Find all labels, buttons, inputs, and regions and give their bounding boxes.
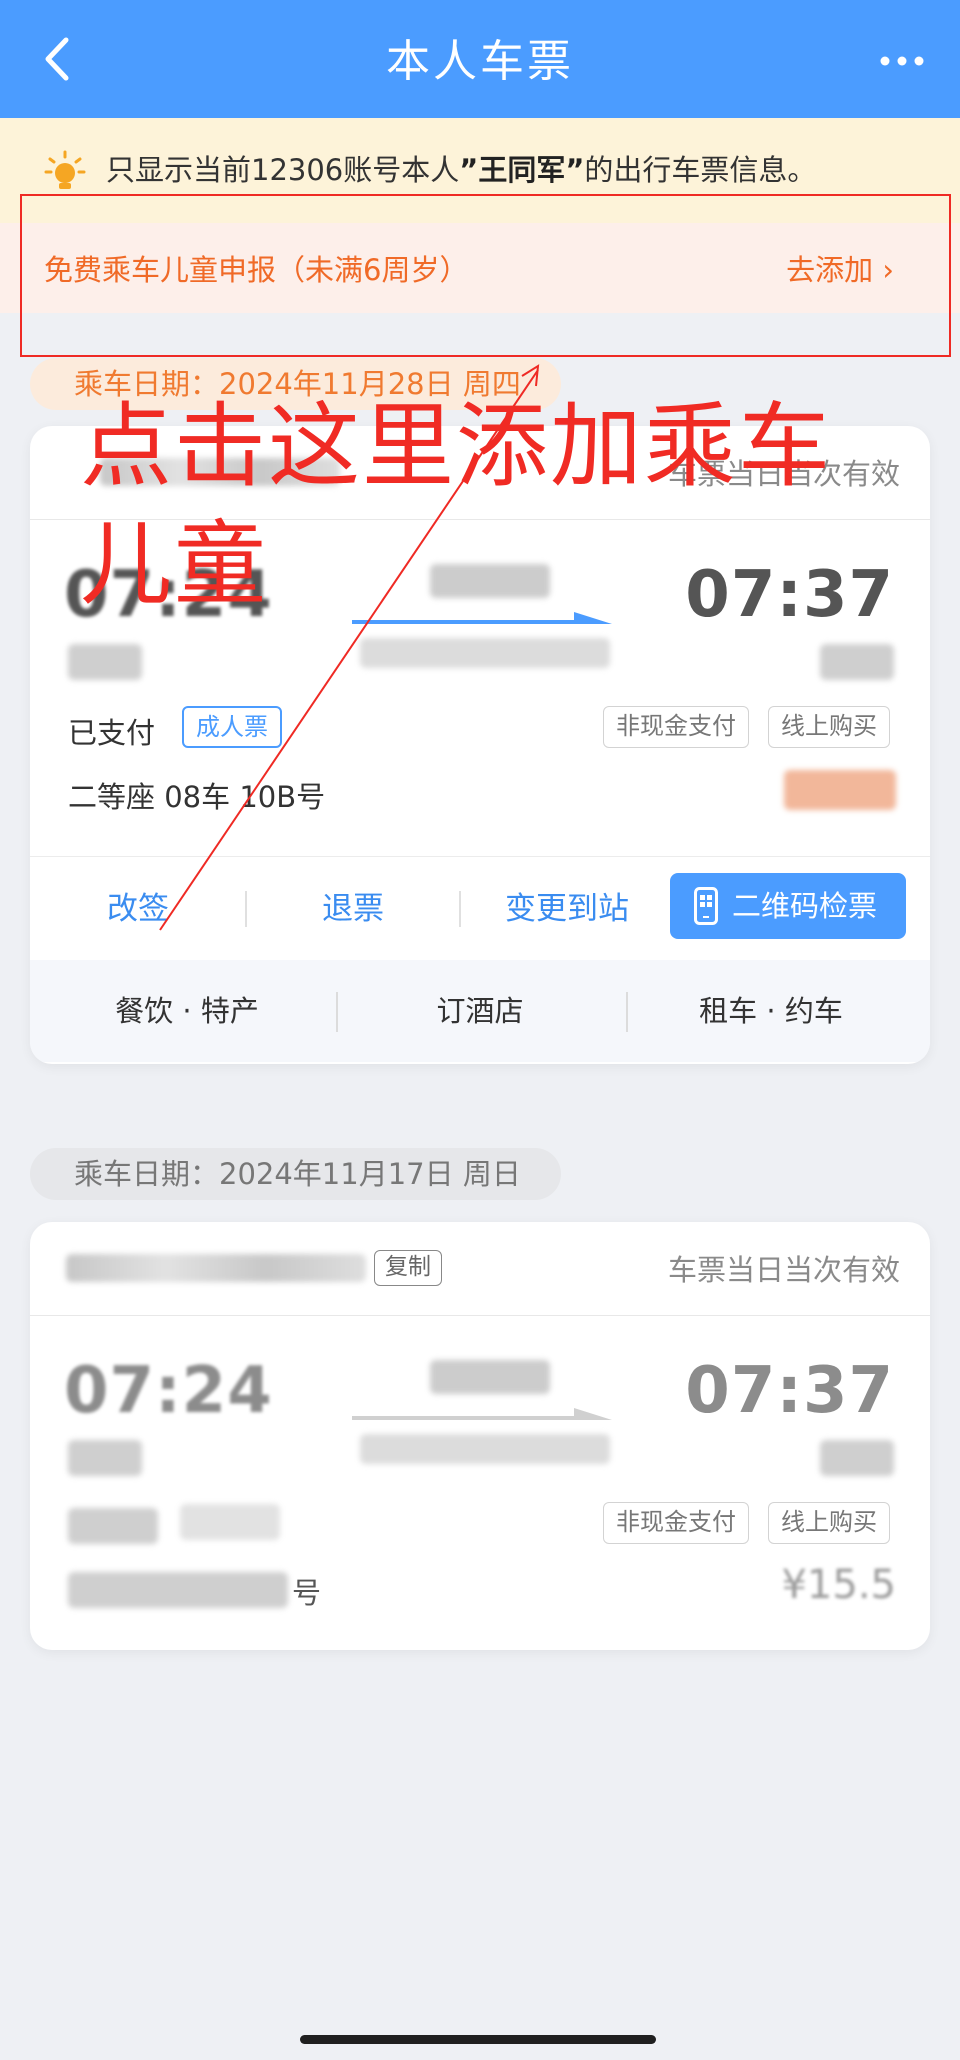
arrival-station-blurred: [820, 1440, 894, 1476]
departure-station-blurred: [68, 644, 142, 680]
home-indicator[interactable]: [300, 2035, 656, 2044]
service-food[interactable]: 餐饮 · 特产: [42, 960, 332, 1062]
ticket-validity: 车票当日当次有效: [667, 1253, 900, 1287]
service-car[interactable]: 租车 · 约车: [626, 960, 916, 1062]
departure-time: 07:24: [64, 1354, 273, 1428]
arrival-time: 07:37: [685, 1354, 894, 1428]
ticket-type-blurred: [180, 1504, 280, 1540]
ticket-price: ¥15.5: [781, 1562, 896, 1608]
seat-suffix: 号: [292, 1576, 322, 1610]
cashless-tag: 非现金支付: [603, 706, 749, 748]
travel-date-blurred: [360, 638, 610, 668]
qr-check-in-button[interactable]: 二维码检票: [670, 873, 906, 939]
lightbulb-icon: [44, 150, 86, 189]
page-title: 本人车票: [386, 36, 574, 87]
cashless-tag: 非现金支付: [603, 1502, 749, 1544]
travel-services: 餐饮 · 特产 订酒店 租车 · 约车: [30, 960, 930, 1062]
travel-date-blurred: [360, 1434, 610, 1464]
refund-button[interactable]: 退票: [246, 857, 460, 961]
payment-status: 已支付: [68, 716, 156, 750]
ticket-type-badge: 成人票: [182, 706, 282, 748]
annotation-text: 点击这里添加乘车儿童: [80, 393, 833, 618]
train-number-blurred: [430, 1360, 550, 1394]
order-number-blurred: [66, 1254, 366, 1282]
ticket-card-header: 复制 车票当日当次有效: [30, 1222, 930, 1316]
seat-info: 二等座 08车 10B号: [68, 780, 326, 814]
seat-info-blurred: [68, 1572, 288, 1608]
change-destination-button[interactable]: 变更到站: [460, 857, 674, 961]
nav-header: 本人车票: [0, 0, 960, 118]
more-icon[interactable]: [880, 56, 924, 66]
online-purchase-tag: 线上购买: [768, 706, 890, 748]
service-hotel[interactable]: 订酒店: [335, 960, 625, 1062]
ticket-date-chip: 乘车日期：2024年11月17日 周日: [30, 1148, 561, 1200]
copy-order-button[interactable]: 复制: [374, 1250, 442, 1286]
arrival-station-blurred: [820, 644, 894, 680]
change-ticket-button[interactable]: 改签: [30, 857, 246, 961]
price-blurred: [784, 770, 896, 810]
departure-station-blurred: [68, 1440, 142, 1476]
phone-qr-icon: [694, 887, 718, 925]
ticket-actions: 改签 退票 变更到站 二维码检票: [30, 856, 930, 960]
passenger-name: ”王同军”: [459, 153, 585, 187]
payment-status-blurred: [68, 1508, 158, 1544]
online-purchase-tag: 线上购买: [768, 1502, 890, 1544]
ticket-card: 复制 车票当日当次有效 07:24 07:37 非现金支付 线上购买 号 ¥15…: [30, 1222, 930, 1650]
annotation-highlight-box: [20, 194, 951, 357]
direction-arrow-icon: [352, 1408, 612, 1420]
